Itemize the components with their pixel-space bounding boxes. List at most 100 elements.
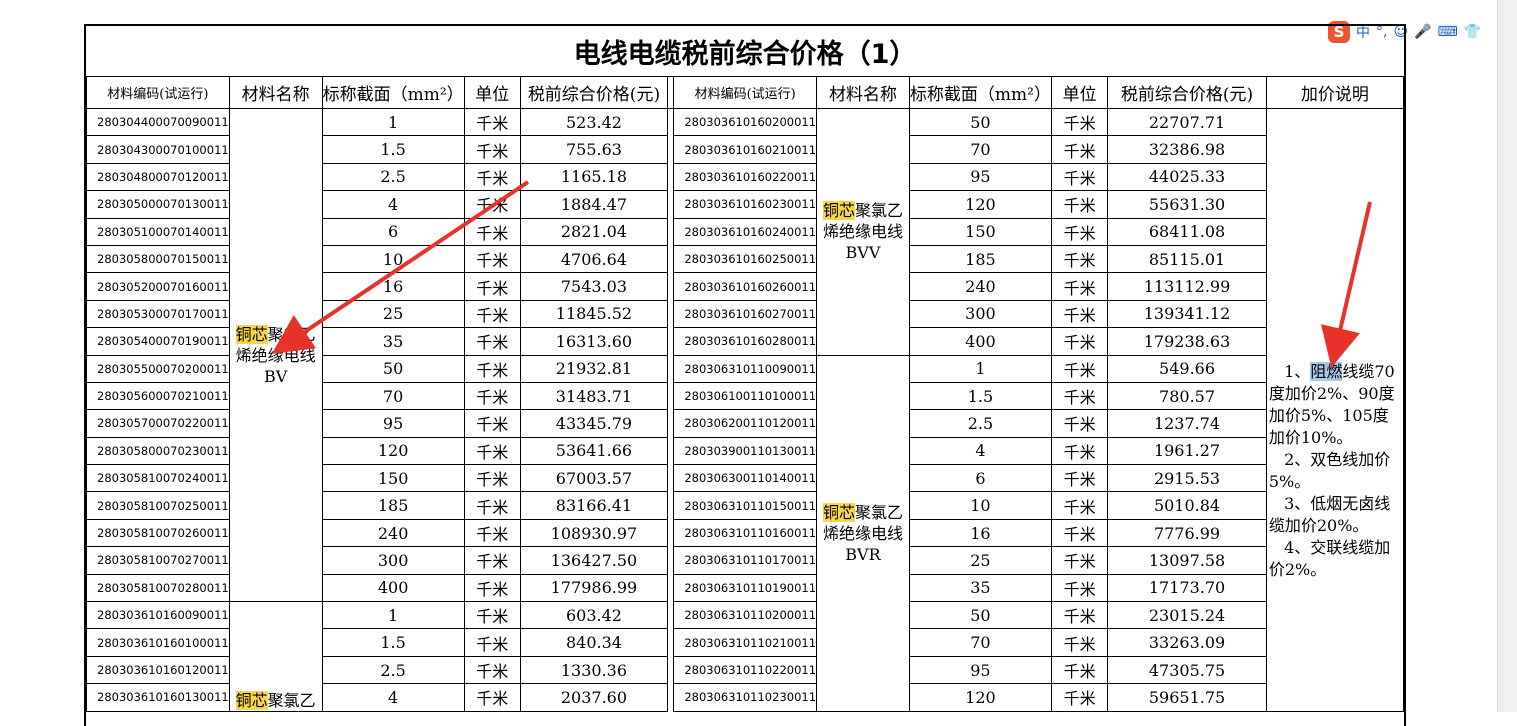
material-code: 280303610160260011: [673, 272, 818, 301]
price: 59651.75: [1107, 683, 1267, 712]
material-code: 280303610160240011: [673, 217, 818, 246]
unit: 千米: [463, 683, 521, 712]
material-code: 280304400070090011: [86, 107, 230, 137]
unit: 千米: [1050, 409, 1109, 438]
nominal-section: 120: [908, 190, 1052, 219]
material-code: 280303900110130011: [673, 436, 818, 466]
nominal-section: 185: [908, 244, 1052, 274]
unit: 千米: [1050, 190, 1109, 219]
price: 17173.70: [1107, 573, 1267, 603]
price: 755.63: [519, 135, 669, 164]
table-row: 280303610160090011 铜芯聚氯乙 1 千米 603.42 28030631…: [86, 601, 1404, 712]
material-code: 280304800070120011: [86, 162, 230, 192]
header-code: 材料编码(试运行): [86, 76, 230, 109]
nominal-section: 35: [321, 327, 465, 356]
unit: 千米: [463, 327, 521, 356]
nominal-section: 300: [908, 299, 1052, 329]
material-code: 280306310110170011: [673, 546, 818, 575]
unit: 千米: [463, 354, 521, 383]
note-item-1-prefix: 1、: [1284, 362, 1311, 381]
material-name-highlight: 铜芯: [822, 502, 855, 522]
material-name-text: 聚氯乙: [267, 690, 316, 710]
price: 840.34: [519, 628, 669, 657]
price: 108930.97: [519, 518, 669, 548]
nominal-section: 16: [321, 272, 465, 301]
material-code: 280306100110100011: [673, 381, 818, 411]
material-code: 280305200070160011: [86, 272, 230, 301]
nominal-section: 1.5: [908, 381, 1052, 411]
material-code: 280303610160130011: [86, 683, 230, 712]
nominal-section: 150: [908, 217, 1052, 246]
note-item-2: 2、双色线加价5%。: [1268, 450, 1391, 491]
price: 603.42: [519, 601, 669, 630]
material-name-highlight: 铜芯: [235, 690, 268, 710]
price: 2037.60: [519, 683, 669, 712]
material-code: 280303610160090011: [86, 601, 230, 630]
material-code: 280306310110160011: [673, 518, 818, 548]
material-code: 280305800070230011: [86, 436, 230, 466]
material-code: 280304300070100011: [86, 135, 230, 164]
price: 7776.99: [1107, 518, 1267, 548]
material-code: 280305810070280011: [86, 573, 230, 603]
price: 21932.81: [519, 354, 669, 383]
nominal-section: 6: [321, 217, 465, 246]
nominal-section: 150: [321, 464, 465, 493]
material-code: 280306310110210011: [673, 628, 818, 657]
nominal-section: 240: [321, 518, 465, 548]
nominal-section: 50: [321, 354, 465, 383]
header-row: 材料编码(试运行) 材料名称 标称截面（mm²） 单位 税前综合价格(元) 材料…: [86, 76, 1405, 109]
unit: 千米: [463, 518, 521, 548]
unit: 千米: [1050, 436, 1109, 466]
material-code: 280306310110230011: [673, 683, 818, 712]
price: 1330.36: [519, 655, 669, 685]
keyboard-icon[interactable]: ⌨: [1438, 24, 1458, 40]
microphone-icon[interactable]: 🎤: [1414, 24, 1431, 40]
price: 53641.66: [519, 436, 669, 466]
price: 13097.58: [1107, 546, 1267, 575]
price: 1961.27: [1107, 436, 1267, 466]
price: 2915.53: [1107, 464, 1267, 493]
unit: 千米: [463, 628, 521, 657]
material-code: 280303610160120011: [86, 655, 230, 685]
price: 549.66: [1107, 354, 1267, 383]
unit: 千米: [463, 190, 521, 219]
material-code: 280305300070170011: [86, 299, 230, 329]
nominal-section: 95: [908, 655, 1052, 685]
material-code: 280306300110140011: [673, 464, 818, 493]
material-code: 280306310110150011: [673, 491, 818, 520]
price: 179238.63: [1107, 327, 1267, 356]
nominal-section: 185: [321, 491, 465, 520]
price: 22707.71: [1107, 107, 1267, 137]
table-row: 280304400070090011 铜芯聚氯乙烯绝缘电线 BV 1 千米 523.42 2…: [86, 107, 1405, 712]
unit: 千米: [1050, 162, 1109, 192]
price: 47305.75: [1107, 655, 1267, 685]
nominal-section: 70: [908, 628, 1052, 657]
shirt-icon[interactable]: 👕: [1464, 24, 1481, 40]
material-code: 280305800070150011: [86, 244, 230, 274]
nominal-section: 4: [321, 190, 465, 219]
unit: 千米: [463, 107, 521, 137]
header-price: 税前综合价格(元): [1107, 76, 1267, 109]
nominal-section: 25: [908, 546, 1052, 575]
material-code: 280305500070200011: [86, 354, 230, 383]
material-code: 280306310110090011: [673, 354, 818, 383]
price: 139341.12: [1107, 299, 1267, 329]
price: 16313.60: [519, 327, 669, 356]
material-code: 280305700070220011: [86, 409, 230, 438]
unit: 千米: [1050, 354, 1109, 383]
unit: 千米: [463, 244, 521, 274]
price: 177986.99: [519, 573, 669, 603]
nominal-section: 2.5: [321, 162, 465, 192]
material-name: 铜芯聚氯乙烯绝缘电线 BVV: [816, 108, 910, 356]
material-name: 铜芯聚氯乙烯绝缘电线 BV: [228, 107, 323, 603]
nominal-section: 95: [321, 409, 465, 438]
material-code: 280306310110200011: [673, 601, 818, 630]
price: 43345.79: [519, 409, 669, 438]
unit: 千米: [1050, 135, 1109, 164]
header-unit: 单位: [1050, 76, 1109, 109]
scrollbar[interactable]: [1497, 0, 1517, 712]
nominal-section: 16: [908, 518, 1052, 548]
price: 23015.24: [1107, 601, 1267, 630]
price: 1165.18: [519, 162, 669, 192]
note-item-3: 3、低烟无卤线缆加价20%。: [1268, 494, 1391, 535]
